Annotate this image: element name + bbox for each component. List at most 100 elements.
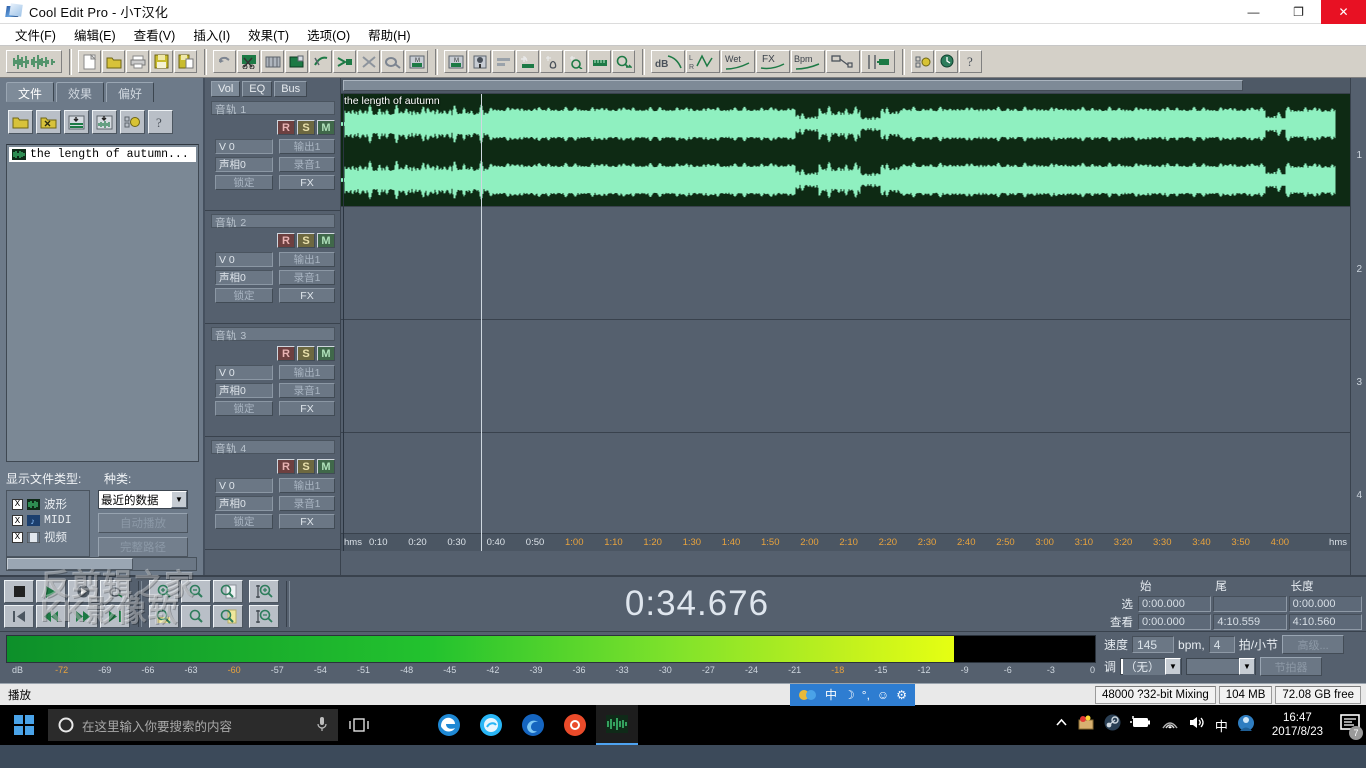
ime-lang[interactable]: 中 xyxy=(825,686,837,703)
solo-button-3[interactable]: S xyxy=(297,346,315,361)
track-lane-3[interactable] xyxy=(341,320,1350,433)
mute-button-1[interactable]: M xyxy=(317,120,335,135)
spectral-icon[interactable] xyxy=(516,50,539,73)
file-list[interactable]: the length of autumn... xyxy=(6,144,199,462)
ruler-icon[interactable] xyxy=(588,50,611,73)
ime-toolbar[interactable]: 中 ☽ °, ☺ ⚙ xyxy=(790,683,915,706)
analyze-icon[interactable] xyxy=(612,50,635,73)
go-to-start-button[interactable] xyxy=(4,605,34,628)
file-help-icon[interactable]: ? xyxy=(148,110,173,134)
speed-input[interactable]: 145 xyxy=(1132,636,1175,653)
record-arm-button-2[interactable]: R xyxy=(277,233,295,248)
fullpath-button[interactable]: 完整路径 xyxy=(98,537,188,557)
wifi-icon[interactable] xyxy=(1161,716,1179,735)
ime-lang-icon[interactable]: 中 xyxy=(1215,716,1228,735)
copy-icon[interactable] xyxy=(261,50,284,73)
menu-help[interactable]: 帮助(H) xyxy=(359,23,419,46)
moon-icon[interactable]: ☽ xyxy=(844,688,855,702)
track-name-4[interactable]: 音轨 4 xyxy=(211,440,335,455)
output-button-1[interactable]: 输出1 xyxy=(279,139,335,154)
zoom-out-horizontal-icon[interactable] xyxy=(181,580,211,603)
zoom-out-vertical-icon[interactable] xyxy=(249,605,279,628)
track-lane-1[interactable]: the length of autumn xyxy=(341,94,1350,207)
options-icon[interactable] xyxy=(911,50,934,73)
kind-dropdown[interactable]: 最近的数据 ▼ xyxy=(98,490,188,509)
firefox-icon[interactable] xyxy=(512,705,554,745)
fx-button-2[interactable]: FX xyxy=(279,288,335,303)
scale-dropdown[interactable]: ▼ xyxy=(1186,658,1257,675)
selection-length-value[interactable]: 0:00.000 xyxy=(1288,596,1362,612)
undo-icon[interactable] xyxy=(213,50,236,73)
beats-per-bar-input[interactable]: 4 xyxy=(1208,636,1235,653)
fx-button-3[interactable]: FX xyxy=(279,401,335,416)
list-item[interactable]: the length of autumn... xyxy=(9,147,196,162)
menu-effects[interactable]: 效果(T) xyxy=(239,23,298,46)
scrollbar-thumb[interactable] xyxy=(7,558,133,570)
security-icon[interactable] xyxy=(1237,714,1255,737)
paste-icon[interactable] xyxy=(285,50,308,73)
cooledit-icon[interactable] xyxy=(596,705,638,745)
output-button-3[interactable]: 输出1 xyxy=(279,365,335,380)
track-lane-2[interactable] xyxy=(341,207,1350,320)
file-options-icon[interactable] xyxy=(120,110,145,134)
solo-button-1[interactable]: S xyxy=(297,120,315,135)
filter-row-midi[interactable]: X ♪ MIDI xyxy=(12,514,84,527)
playhead-cursor[interactable] xyxy=(481,94,482,551)
solo-button-4[interactable]: S xyxy=(297,459,315,474)
zoom-in-vertical-icon[interactable] xyxy=(249,580,279,603)
menu-insert[interactable]: 插入(I) xyxy=(184,23,239,46)
close-file-icon[interactable] xyxy=(36,110,61,134)
zoom-in-horizontal-icon[interactable] xyxy=(149,580,179,603)
task-view-icon[interactable] xyxy=(338,705,380,745)
lock-button-1[interactable]: 锁定 xyxy=(215,175,273,190)
record-device-button-3[interactable]: 录音1 xyxy=(279,383,335,398)
checkbox-midi[interactable]: X xyxy=(12,515,23,526)
menu-file[interactable]: 文件(F) xyxy=(6,23,65,46)
show-hidden-icons[interactable] xyxy=(1055,716,1068,734)
menu-edit[interactable]: 编辑(E) xyxy=(65,23,125,46)
tab-bus[interactable]: Bus xyxy=(274,81,308,97)
pan-field-2[interactable]: 声相0 xyxy=(215,270,273,285)
advanced-button[interactable]: 高级... xyxy=(1282,635,1345,654)
steam-icon[interactable] xyxy=(1104,714,1121,736)
track-name-3[interactable]: 音轨 3 xyxy=(211,327,335,342)
record-device-button-2[interactable]: 录音1 xyxy=(279,270,335,285)
pan-lr-icon[interactable]: LR xyxy=(686,50,720,73)
punctuation-icon[interactable]: °, xyxy=(862,688,870,702)
chevron-down-icon[interactable]: ▼ xyxy=(1165,658,1182,675)
autoplay-button[interactable]: 自动播放 xyxy=(98,513,188,533)
volume-icon[interactable] xyxy=(1188,715,1206,735)
record-arm-button-3[interactable]: R xyxy=(277,346,295,361)
db-icon[interactable]: dB xyxy=(651,50,685,73)
tray-app-icon[interactable] xyxy=(1077,715,1095,736)
menu-view[interactable]: 查看(V) xyxy=(125,23,185,46)
noise-reduction-icon[interactable] xyxy=(540,50,563,73)
new-file-icon[interactable] xyxy=(78,50,101,73)
insert-into-multitrack-icon[interactable] xyxy=(64,110,89,134)
maximize-button[interactable]: ❐ xyxy=(1276,0,1321,24)
fx-button-1[interactable]: FX xyxy=(279,175,335,190)
mute-button-4[interactable]: M xyxy=(317,459,335,474)
volume-field-3[interactable]: V 0 xyxy=(215,365,273,380)
fast-forward-button[interactable] xyxy=(68,605,98,628)
browser-icon[interactable] xyxy=(554,705,596,745)
zoom-to-selection-icon[interactable] xyxy=(149,605,179,628)
menu-options[interactable]: 选项(O) xyxy=(298,23,359,46)
save-as-icon[interactable] xyxy=(174,50,197,73)
tab-effects[interactable]: 效果 xyxy=(56,82,105,102)
tab-favorites[interactable]: 偏好 xyxy=(106,82,155,102)
battery-icon[interactable] xyxy=(1129,716,1152,734)
envelope-icon[interactable] xyxy=(826,50,860,73)
record-device-button-1[interactable]: 录音1 xyxy=(279,157,335,172)
pan-field-3[interactable]: 声相0 xyxy=(215,383,273,398)
rewind-button[interactable] xyxy=(36,605,66,628)
level-meter[interactable]: dB -72 -69 -66 -63 -60 -57 -54 -51 -48 -45 -42 -39 -3… xyxy=(0,632,1100,683)
meter-track[interactable] xyxy=(6,635,1096,663)
checkbox-waveform[interactable]: X xyxy=(12,498,23,510)
track-name-1[interactable]: 音轨 1 xyxy=(211,101,335,116)
view-length-value[interactable]: 4:10.560 xyxy=(1288,614,1362,630)
mix-down-icon[interactable]: M xyxy=(444,50,467,73)
time-ruler[interactable]: hms hms 0:10 0:20 0:30 0:40 0:50 1:00 1:10 1:20… xyxy=(341,533,1350,551)
windows-logo-icon[interactable] xyxy=(0,705,48,745)
cut-icon[interactable] xyxy=(237,50,260,73)
